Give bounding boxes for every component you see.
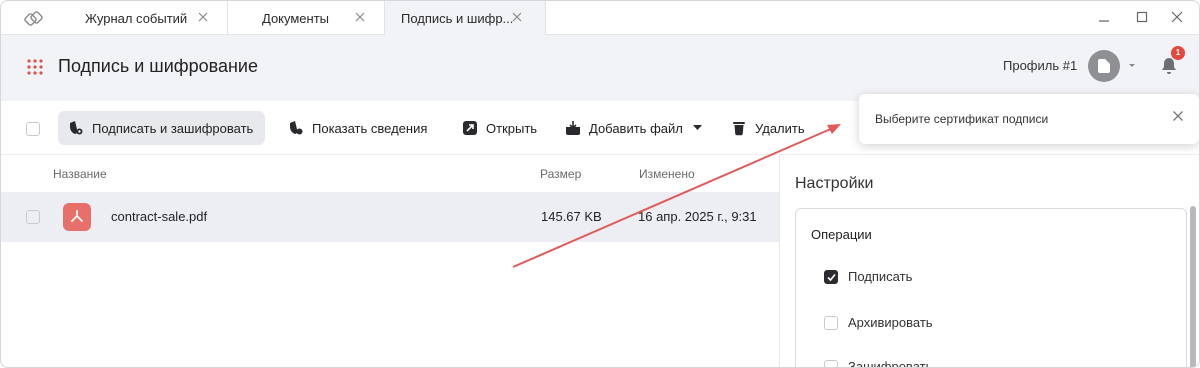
delete-button[interactable]: Удалить — [731, 111, 805, 145]
check-icon — [827, 273, 836, 282]
delete-label: Удалить — [755, 120, 805, 136]
shield-info-icon — [290, 121, 303, 135]
shield-lock-icon — [70, 121, 83, 135]
trash-icon — [733, 122, 745, 136]
page-header: Подпись и шифрование Профиль #1 1 — [1, 35, 1199, 101]
open-label: Открыть — [486, 120, 538, 136]
encrypt-label: Зашифровать — [848, 359, 933, 368]
select-all-checkbox[interactable] — [26, 122, 40, 136]
open-button[interactable]: Открыть — [462, 111, 537, 145]
settings-panel: Настройки Операции Подписать Архивироват… — [779, 155, 1199, 368]
settings-title: Настройки — [795, 175, 874, 192]
operations-box: Операции Подписать Архивировать Зашифров… — [795, 208, 1187, 368]
file-name: contract-sale.pdf — [111, 209, 208, 224]
show-details-button[interactable]: Показать сведения — [288, 111, 427, 145]
archive-checkbox[interactable] — [824, 316, 838, 330]
notification-toast: Выберите сертификат подписи — [859, 94, 1199, 144]
add-file-icon — [566, 121, 580, 135]
notification-badge: 1 — [1171, 46, 1185, 60]
column-header-modified[interactable]: Изменено — [639, 167, 695, 181]
close-icon[interactable] — [511, 11, 523, 23]
add-file-button[interactable]: Добавить файл — [565, 111, 702, 145]
maximize-icon[interactable] — [1134, 9, 1150, 25]
file-size: 145.67 KB — [541, 209, 602, 224]
tab-documents[interactable]: Документы — [228, 1, 385, 35]
app-logo-icon — [24, 11, 43, 26]
tab-sign-encrypt[interactable]: Подпись и шифр... — [385, 1, 546, 35]
scrollbar[interactable] — [1190, 206, 1196, 367]
column-header-name[interactable]: Название — [53, 167, 107, 181]
operations-title: Операции — [811, 227, 872, 242]
close-icon[interactable] — [197, 11, 209, 23]
page-title: Подпись и шифрование — [58, 56, 258, 76]
apps-grid-icon[interactable] — [27, 59, 43, 75]
show-details-label: Показать сведения — [312, 120, 428, 136]
app-window: Журнал событий Документы Подпись и шифр.… — [0, 0, 1200, 368]
tab-event-log[interactable]: Журнал событий — [67, 1, 228, 35]
close-icon[interactable] — [1172, 110, 1184, 122]
sign-encrypt-button[interactable]: Подписать и зашифровать — [58, 111, 266, 145]
close-window-icon[interactable] — [1169, 9, 1185, 25]
toast-message: Выберите сертификат подписи — [875, 112, 1049, 126]
document-icon — [1098, 59, 1110, 73]
add-file-label: Добавить файл — [589, 120, 683, 136]
sign-encrypt-label: Подписать и зашифровать — [92, 120, 254, 136]
minimize-icon[interactable] — [1096, 9, 1112, 25]
row-checkbox[interactable] — [26, 210, 40, 224]
tab-label: Подпись и шифр... — [401, 10, 514, 26]
pdf-file-icon — [63, 203, 91, 231]
close-icon[interactable] — [354, 11, 366, 23]
sign-checkbox[interactable] — [824, 270, 838, 284]
profile-label[interactable]: Профиль #1 — [1003, 58, 1077, 73]
open-external-icon — [463, 121, 477, 135]
tab-label: Журнал событий — [85, 10, 188, 26]
column-header-size[interactable]: Размер — [540, 167, 581, 181]
table-row[interactable]: contract-sale.pdf 145.67 KB 16 апр. 2025… — [1, 192, 779, 242]
chevron-down-icon[interactable] — [692, 125, 702, 131]
file-modified: 16 апр. 2025 г., 9:31 — [638, 209, 757, 224]
archive-label: Архивировать — [848, 315, 933, 330]
encrypt-checkbox[interactable] — [824, 360, 838, 367]
tab-label: Документы — [262, 10, 330, 26]
sign-label: Подписать — [848, 269, 913, 284]
avatar[interactable] — [1088, 50, 1120, 82]
chevron-down-icon[interactable] — [1128, 63, 1136, 69]
title-bar: Журнал событий Документы Подпись и шифр.… — [1, 1, 1199, 35]
